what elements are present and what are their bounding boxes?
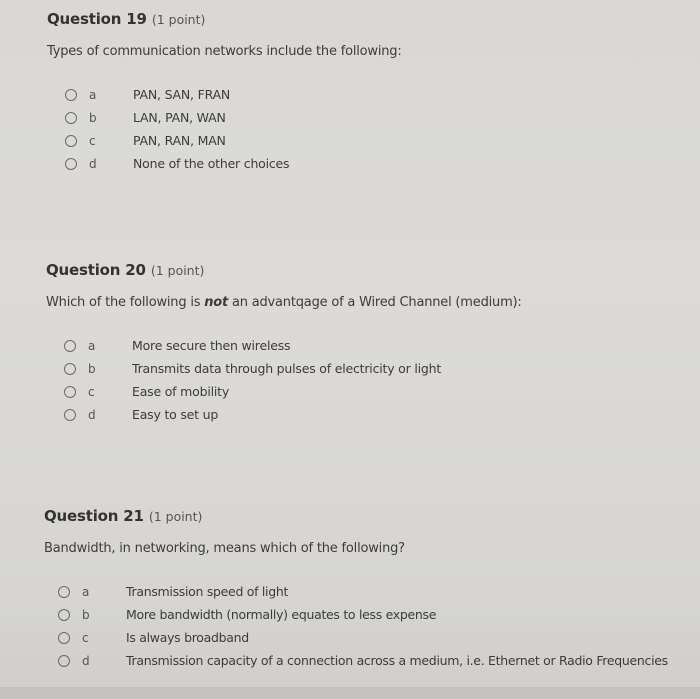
answer-option-a[interactable]: a PAN, SAN, FRAN: [65, 83, 402, 106]
option-text: Transmission capacity of a connection ac…: [126, 653, 668, 668]
question-header: Question 19 (1 point): [47, 9, 402, 28]
question-title: Question 19: [47, 10, 147, 28]
radio-button-icon[interactable]: [58, 631, 70, 644]
radio-button-icon[interactable]: [65, 88, 77, 101]
answer-option-a[interactable]: a Transmission speed of light: [58, 580, 668, 603]
option-text: LAN, PAN, WAN: [133, 110, 226, 125]
question-points: (1 point): [148, 509, 203, 524]
question-prompt: Which of the following is not an advantq…: [46, 295, 522, 310]
answer-option-a[interactable]: a More secure then wireless: [64, 334, 522, 357]
answer-option-b[interactable]: b Transmits data through pulses of elect…: [64, 357, 522, 380]
bottom-edge: [0, 687, 700, 699]
option-letter: c: [89, 133, 96, 148]
option-text: None of the other choices: [133, 156, 290, 171]
answer-option-d[interactable]: d Easy to set up: [64, 403, 522, 426]
option-letter: d: [82, 653, 90, 668]
option-letter: b: [89, 110, 97, 125]
option-letter: a: [82, 584, 90, 599]
option-text: Transmission speed of light: [126, 584, 289, 599]
prompt-text: Bandwidth, in networking, means which of…: [44, 541, 405, 556]
question-title: Question 20: [46, 261, 146, 279]
answer-option-b[interactable]: b LAN, PAN, WAN: [65, 106, 402, 129]
option-text: Ease of mobility: [132, 384, 230, 399]
option-letter: a: [88, 338, 96, 353]
prompt-text-after: an advantqage of a Wired Channel (medium…: [228, 295, 522, 310]
question-points: (1 point): [150, 263, 205, 278]
question-points: (1 point): [151, 12, 206, 27]
option-letter: a: [89, 87, 97, 102]
question-prompt: Bandwidth, in networking, means which of…: [44, 541, 668, 556]
option-letter: c: [88, 384, 95, 399]
option-letter: d: [89, 156, 97, 171]
option-text: More secure then wireless: [132, 338, 291, 353]
radio-button-icon[interactable]: [58, 608, 70, 621]
radio-button-icon[interactable]: [64, 408, 76, 421]
question-header: Question 21 (1 point): [44, 506, 668, 525]
radio-button-icon[interactable]: [58, 585, 70, 598]
question-prompt: Types of communication networks include …: [47, 44, 402, 59]
option-text: Transmits data through pulses of electri…: [132, 361, 442, 376]
answer-option-b[interactable]: b More bandwidth (normally) equates to l…: [58, 603, 668, 626]
radio-button-icon[interactable]: [58, 654, 70, 667]
option-letter: b: [82, 607, 90, 622]
option-text: Is always broadband: [126, 630, 249, 645]
option-text: PAN, RAN, MAN: [133, 133, 226, 148]
radio-button-icon[interactable]: [65, 111, 77, 124]
radio-button-icon[interactable]: [64, 339, 76, 352]
option-text: PAN, SAN, FRAN: [133, 87, 231, 102]
question-title: Question 21: [44, 507, 144, 525]
option-text: More bandwidth (normally) equates to les…: [126, 607, 437, 622]
radio-button-icon[interactable]: [64, 362, 76, 375]
prompt-text: Which of the following is: [46, 295, 205, 310]
option-letter: d: [88, 407, 96, 422]
option-letter: c: [82, 630, 89, 645]
answer-option-d[interactable]: d Transmission capacity of a connection …: [58, 649, 668, 672]
answer-option-d[interactable]: d None of the other choices: [65, 152, 402, 175]
answer-options: a More secure then wireless b Transmits …: [64, 334, 522, 426]
answer-options: a Transmission speed of light b More ban…: [58, 580, 668, 672]
answer-option-c[interactable]: c Ease of mobility: [64, 380, 522, 403]
option-letter: b: [88, 361, 96, 376]
radio-button-icon[interactable]: [65, 134, 77, 147]
prompt-text: Types of communication networks include …: [47, 44, 402, 59]
question-21: Question 21 (1 point) Bandwidth, in netw…: [44, 506, 668, 672]
answer-options: a PAN, SAN, FRAN b LAN, PAN, WAN c PAN, …: [65, 83, 402, 175]
prompt-emphasis: not: [204, 295, 229, 310]
radio-button-icon[interactable]: [64, 385, 76, 398]
option-text: Easy to set up: [132, 407, 219, 422]
answer-option-c[interactable]: c PAN, RAN, MAN: [65, 129, 402, 152]
question-header: Question 20 (1 point): [46, 260, 522, 279]
answer-option-c[interactable]: c Is always broadband: [58, 626, 668, 649]
question-20: Question 20 (1 point) Which of the follo…: [46, 260, 522, 426]
radio-button-icon[interactable]: [65, 157, 77, 170]
question-19: Question 19 (1 point) Types of communica…: [47, 9, 402, 175]
